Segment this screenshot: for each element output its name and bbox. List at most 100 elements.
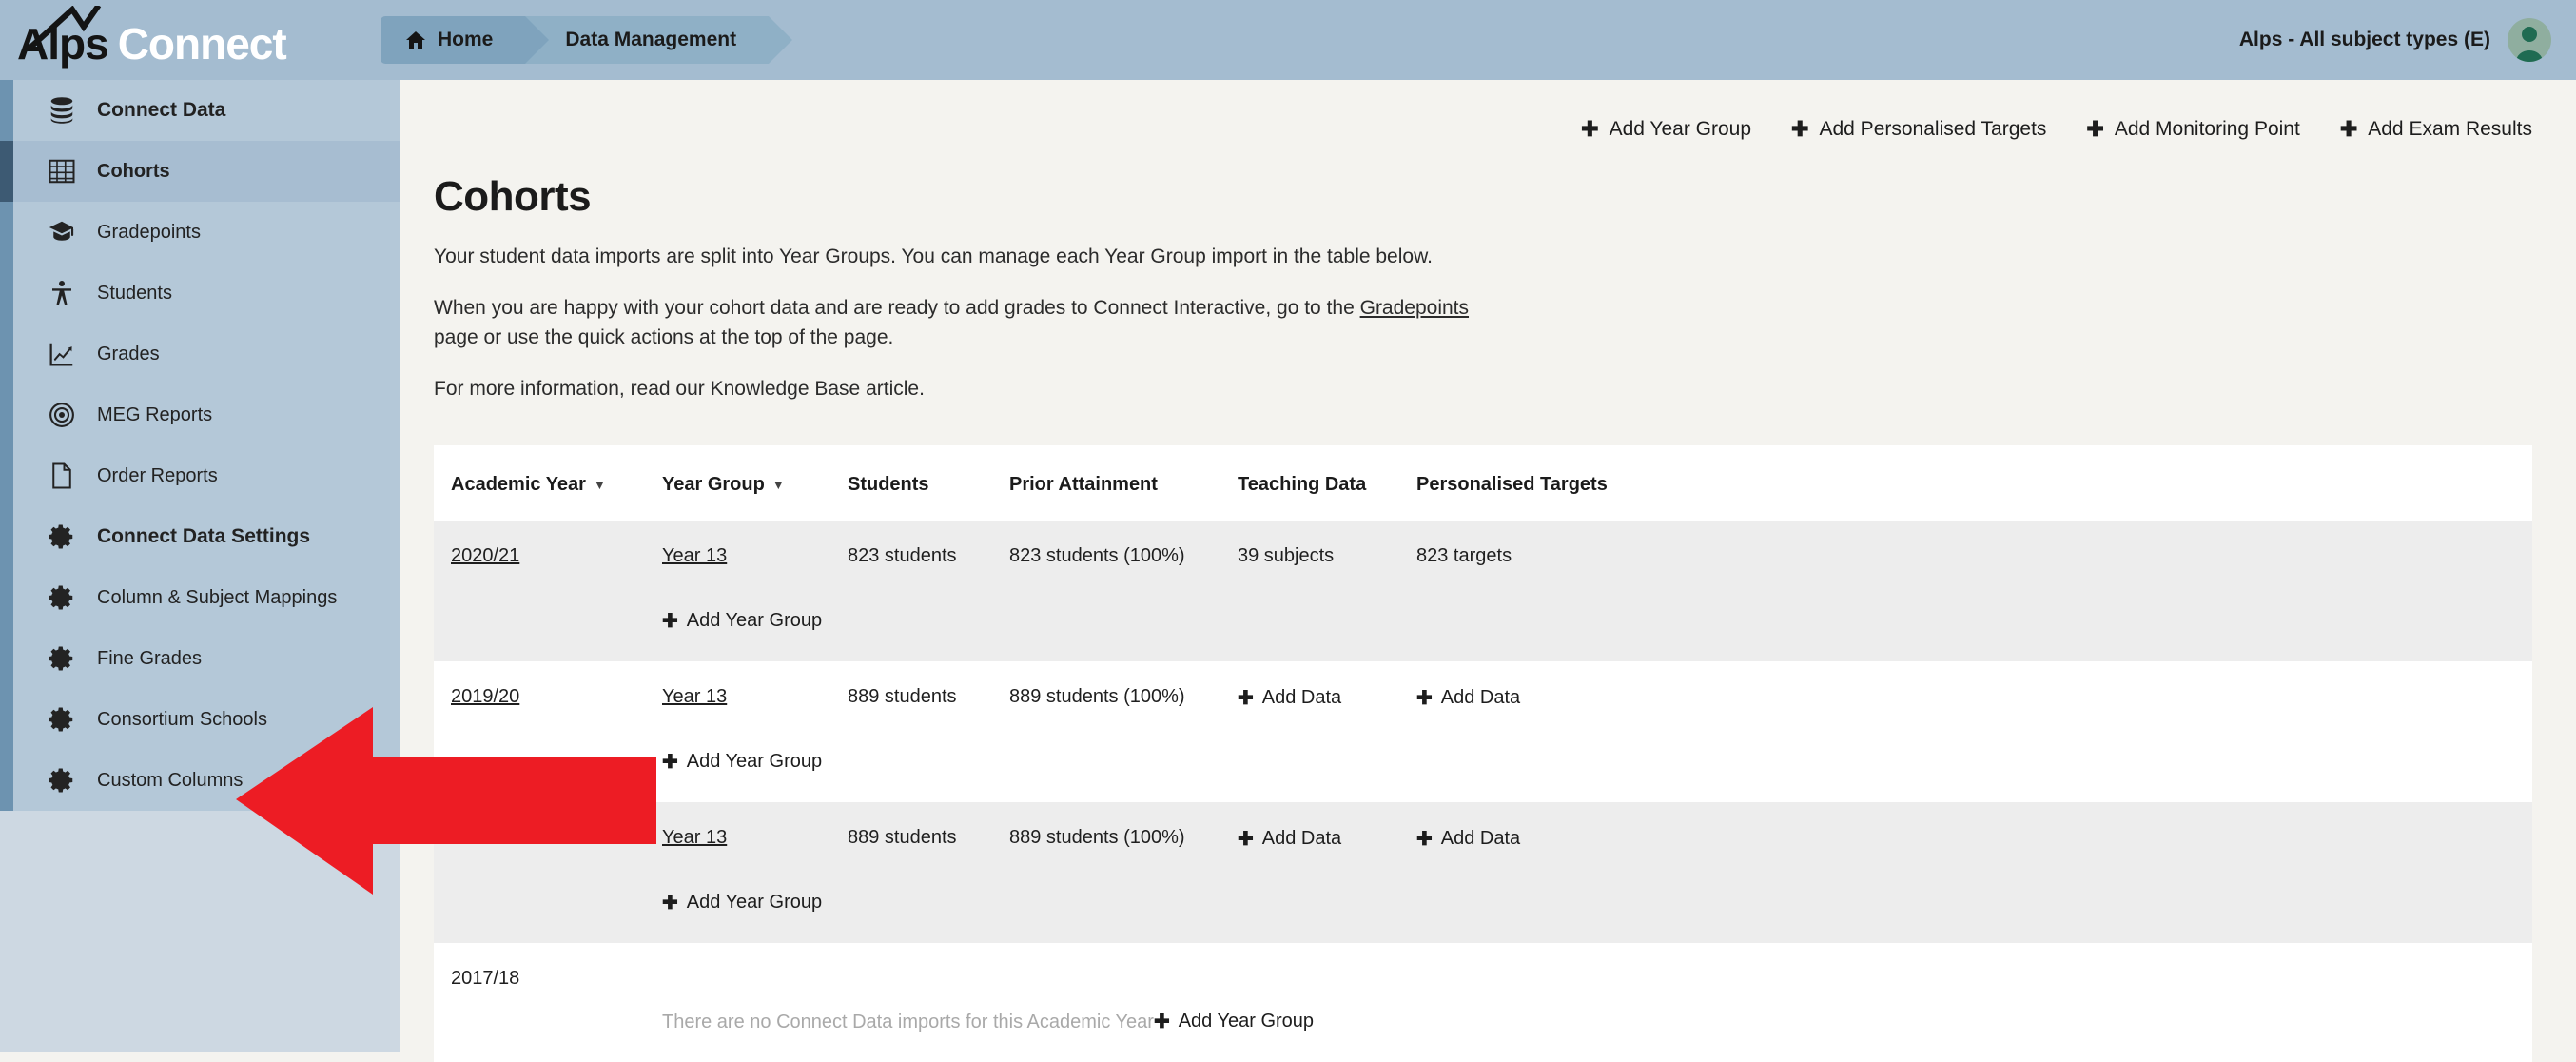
table-header-teaching-data: Teaching Data — [1238, 445, 1416, 521]
table-row: Year 13 ✚ Add Year Group 889 students 889 st… — [434, 802, 2532, 943]
sidebar-item-gradepoints[interactable]: Gradepoints — [0, 202, 400, 263]
table-header-label: Academic Year — [451, 474, 586, 495]
table-header-row: Academic Year ▼ Year Group ▼ Students Prior A… — [434, 445, 2532, 521]
top-header-bar: Alps Connect Home Data Management Alps - … — [0, 0, 2576, 80]
add-year-group-button[interactable]: ✚ Add Year Group — [662, 750, 822, 774]
table-header-prior-attainment: Prior Attainment — [1009, 445, 1238, 521]
sidebar-item-fine-grades[interactable]: Fine Grades — [0, 628, 400, 689]
sidebar-item-column-subject-mappings[interactable]: Column & Subject Mappings — [0, 567, 400, 628]
add-data-button[interactable]: ✚ Add Data — [1416, 686, 1520, 710]
year-group-link[interactable]: Year 13 — [662, 545, 727, 566]
sidebar-item-connect-data[interactable]: Connect Data — [0, 80, 400, 141]
academic-year-link[interactable]: 2020/21 — [451, 545, 519, 566]
cell-empty-message: There are no Connect Data imports for th… — [662, 943, 2532, 1062]
gear-icon — [48, 644, 80, 673]
brand-alps-text: Alps — [17, 19, 109, 69]
user-avatar-icon[interactable] — [2508, 18, 2551, 62]
brand-logo[interactable]: Alps Connect — [0, 0, 400, 80]
cell-students: 889 students — [848, 661, 1009, 802]
breadcrumb: Home Data Management — [381, 0, 792, 80]
cell-personalised-targets: ✚ Add Data — [1416, 661, 2532, 802]
sidebar-item-label: Students — [97, 282, 172, 304]
sidebar-item-label: Connect Data Settings — [97, 525, 311, 547]
cell-academic-year: 2020/21 — [434, 521, 662, 661]
table-header-label: Personalised Targets — [1416, 474, 1608, 495]
cell-year-group: Year 13 ✚ Add Year Group — [662, 802, 848, 943]
add-data-label: Add Data — [1440, 687, 1521, 708]
teaching-data-value: 39 subjects — [1238, 545, 1335, 566]
cell-academic-year: 2017/18 — [434, 943, 662, 1062]
chevron-down-icon: ▼ — [771, 478, 785, 493]
cell-prior-attainment: 889 students (100%) — [1009, 661, 1238, 802]
cell-personalised-targets: ✚ Add Data — [1416, 802, 2532, 943]
plus-icon: ✚ — [1238, 829, 1254, 850]
add-data-label: Add Data — [1261, 687, 1342, 708]
table-header-label: Year Group — [662, 474, 765, 495]
prior-attainment-value: 823 students (100%) — [1009, 545, 1185, 566]
page-title: Cohorts — [434, 173, 592, 220]
add-data-label: Add Data — [1440, 828, 1521, 849]
brand-connect-text: Connect — [117, 19, 287, 69]
plus-icon: ✚ — [2086, 117, 2104, 141]
add-year-group-button[interactable]: ✚ Add Year Group — [1154, 1010, 1314, 1033]
sidebar-item-students[interactable]: Students — [0, 263, 400, 324]
quick-action-label: Add Monitoring Point — [2114, 118, 2300, 140]
year-group-link[interactable]: Year 13 — [662, 827, 727, 848]
prior-attainment-value: 889 students (100%) — [1009, 686, 1185, 707]
gear-icon — [48, 705, 80, 734]
add-data-label: Add Data — [1261, 828, 1342, 849]
add-year-group-button[interactable]: ✚ Add Year Group — [662, 609, 822, 633]
cell-teaching-data: ✚ Add Data — [1238, 661, 1416, 802]
prior-attainment-value: 889 students (100%) — [1009, 827, 1185, 848]
add-year-group-button[interactable]: ✚ Add Year Group — [662, 891, 822, 914]
table-row: 2019/20 Year 13 ✚ Add Year Group 889 student… — [434, 661, 2532, 802]
gear-icon — [48, 522, 80, 551]
table-body: 2020/21 Year 13 ✚ Add Year Group 823 student… — [434, 521, 2532, 1062]
table-row: 2020/21 Year 13 ✚ Add Year Group 823 student… — [434, 521, 2532, 661]
quick-action-add-exam-results[interactable]: ✚ Add Exam Results — [2340, 117, 2532, 142]
quick-action-add-monitoring-point[interactable]: ✚ Add Monitoring Point — [2086, 117, 2299, 142]
add-data-button[interactable]: ✚ Add Data — [1416, 827, 1520, 851]
account-label: Alps - All subject types (E) — [2238, 29, 2490, 50]
add-data-button[interactable]: ✚ Add Data — [1238, 686, 1341, 710]
add-year-group-label: Add Year Group — [1178, 1011, 1315, 1032]
plus-icon: ✚ — [1416, 688, 1433, 709]
target-icon — [48, 401, 80, 429]
intro-paragraph-3: For more information, read our Knowledge… — [434, 377, 925, 400]
breadcrumb-home-label: Home — [438, 29, 494, 50]
student-person-icon — [48, 279, 80, 307]
sidebar-item-label: MEG Reports — [97, 403, 213, 425]
sidebar-item-cohorts[interactable]: Cohorts — [0, 141, 400, 202]
cell-prior-attainment: 823 students (100%) — [1009, 521, 1238, 661]
sidebar-item-meg-reports[interactable]: MEG Reports — [0, 384, 400, 445]
table-header-year-group[interactable]: Year Group ▼ — [662, 445, 848, 521]
quick-action-add-personalised-targets[interactable]: ✚ Add Personalised Targets — [1791, 117, 2046, 142]
gradepoints-link[interactable]: Gradepoints — [1360, 297, 1469, 319]
cell-year-group: Year 13 ✚ Add Year Group — [662, 521, 848, 661]
add-year-group-label: Add Year Group — [686, 892, 823, 913]
cohorts-table-container: Academic Year ▼ Year Group ▼ Students Prior A… — [434, 445, 2532, 1062]
intro-paragraph-2-part-a: When you are happy with your cohort data… — [434, 296, 1360, 319]
breadcrumb-item-data-management[interactable]: Data Management — [525, 16, 792, 64]
students-value: 889 students — [848, 686, 957, 707]
add-data-button[interactable]: ✚ Add Data — [1238, 827, 1341, 851]
academic-year-value: 2017/18 — [451, 968, 520, 989]
breadcrumb-item-home[interactable]: Home — [381, 16, 550, 64]
cell-students: 889 students — [848, 802, 1009, 943]
year-group-link[interactable]: Year 13 — [662, 686, 727, 707]
sidebar-item-label: Cohorts — [97, 160, 170, 182]
table-header-label: Prior Attainment — [1009, 474, 1158, 495]
table-header-label: Students — [848, 474, 929, 495]
cell-personalised-targets: 823 targets — [1416, 521, 2532, 661]
intro-paragraph-2: When you are happy with your cohort data… — [434, 293, 1499, 353]
table-header-students: Students — [848, 445, 1009, 521]
sidebar-item-label: Gradepoints — [97, 221, 201, 243]
sidebar-item-order-reports[interactable]: Order Reports — [0, 445, 400, 506]
cell-prior-attainment: 889 students (100%) — [1009, 802, 1238, 943]
plus-icon: ✚ — [1238, 688, 1254, 709]
sidebar-item-grades[interactable]: Grades — [0, 324, 400, 384]
table-header-academic-year[interactable]: Academic Year ▼ — [434, 445, 662, 521]
quick-action-add-year-group[interactable]: ✚ Add Year Group — [1581, 117, 1751, 142]
intro-paragraph-1: Your student data imports are split into… — [434, 246, 1433, 267]
sidebar-item-connect-data-settings[interactable]: Connect Data Settings — [0, 506, 400, 567]
